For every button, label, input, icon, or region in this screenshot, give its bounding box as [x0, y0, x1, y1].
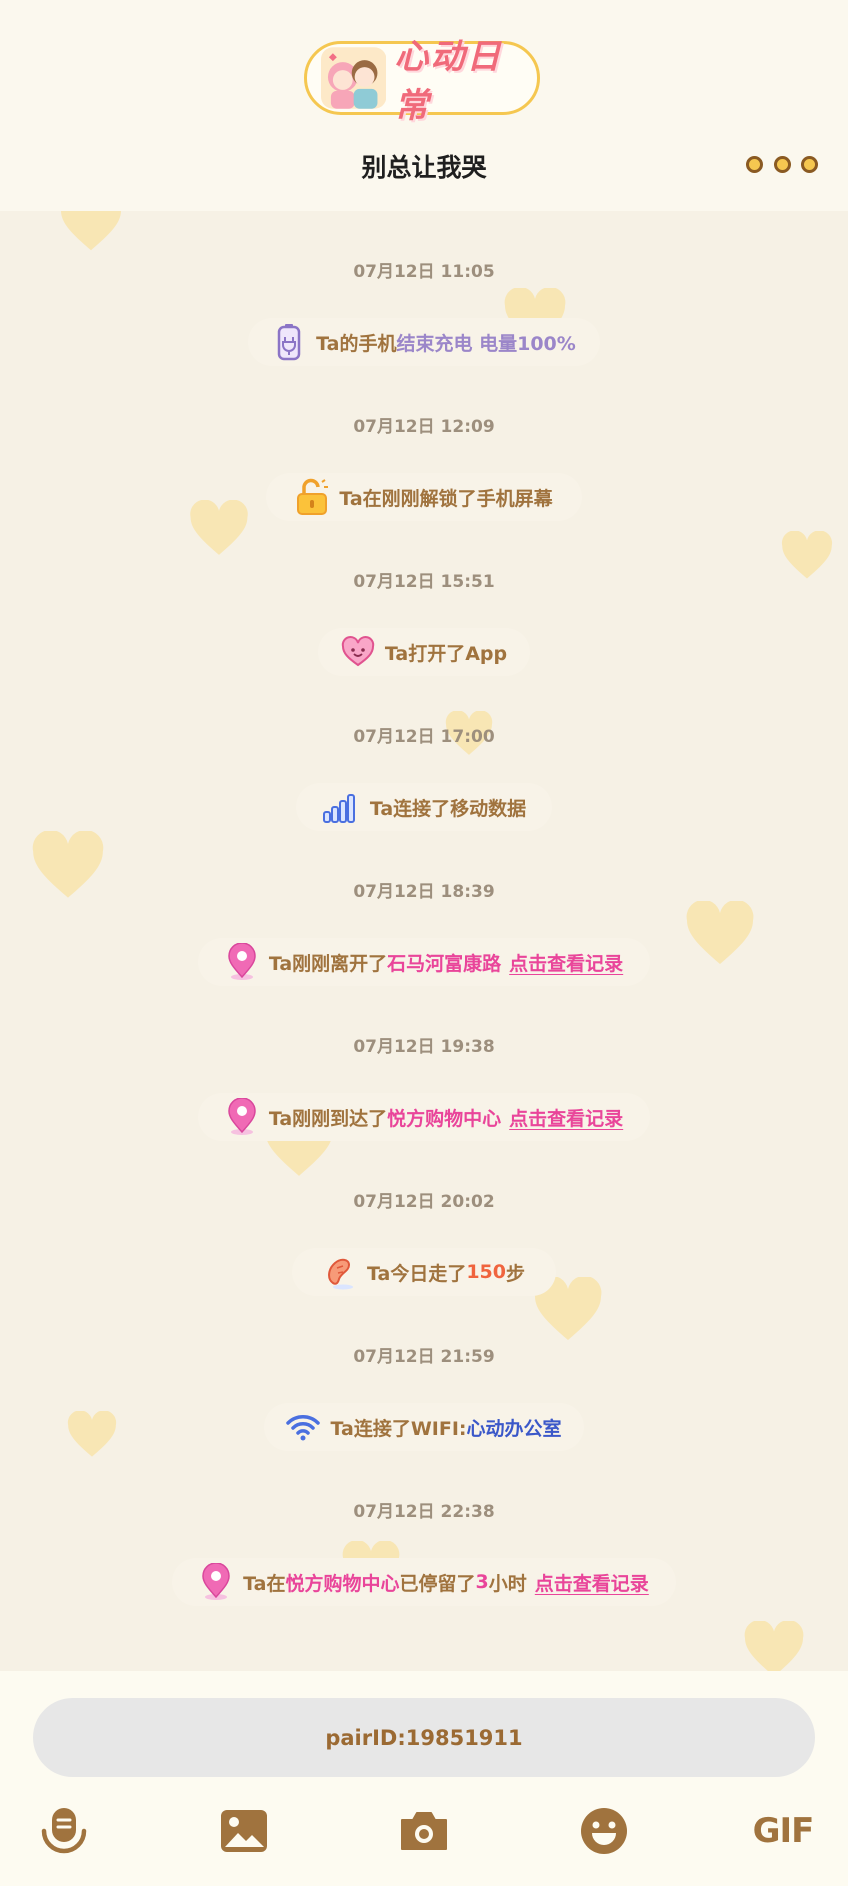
event-bubble-mobile-data: Ta连接了移动数据	[296, 783, 552, 831]
event-bubble-wifi: Ta连接了WIFI: 心动办公室	[264, 1403, 584, 1451]
heart-decoration-icon	[190, 500, 248, 555]
timestamp: 07月12日 19:38	[353, 1037, 495, 1057]
event-bubble-charging: Ta的手机 结束充电 电量100%	[248, 318, 600, 366]
timestamp: 07月12日 11:05	[353, 262, 495, 282]
heart-decoration-icon	[67, 1411, 117, 1457]
timestamp: 07月12日 12:09	[353, 417, 495, 437]
footprint-icon	[328, 1258, 353, 1290]
heart-decoration-icon	[686, 901, 754, 964]
event-text: Ta的手机	[316, 332, 397, 355]
wifi-icon	[286, 1415, 321, 1441]
signal-bars-icon	[322, 794, 355, 823]
more-dot-icon	[773, 155, 791, 173]
event-text: Ta连接了移动数据	[369, 797, 527, 820]
event-text: 步	[506, 1262, 526, 1285]
event-bubble-steps: Ta今日走了 150 步	[292, 1248, 556, 1296]
emoji-icon[interactable]	[578, 1805, 630, 1857]
page-title: 别总让我哭	[361, 153, 487, 182]
location-name: 石马河富康路	[387, 952, 502, 975]
event-text: Ta连接了WIFI:	[330, 1417, 467, 1440]
event-text: 小时	[488, 1572, 527, 1595]
logo-text: 心动日常	[394, 37, 503, 126]
couple-avatar-icon	[321, 47, 387, 109]
location-pin-icon	[202, 1563, 230, 1600]
event-text: Ta刚刚离开了	[268, 952, 388, 975]
camera-icon[interactable]	[398, 1805, 450, 1857]
step-count: 150	[466, 1261, 506, 1283]
event-bubble-arrived-location: Ta刚刚到达了 悦方购物中心 点击查看记录	[198, 1093, 650, 1141]
bottom-bar: pairID:19851911 GIF	[0, 1671, 848, 1886]
message-input[interactable]: pairID:19851911	[33, 1698, 815, 1777]
event-bubble-stay-location: Ta在 悦方购物中心 已停留了 3 小时 点击查看记录	[172, 1558, 676, 1606]
heart-decoration-icon	[744, 1621, 804, 1671]
event-bubble-left-location: Ta刚刚离开了 石马河富康路 点击查看记录	[198, 938, 650, 986]
app-header: 心动日常 别总让我哭	[0, 0, 848, 211]
timestamp: 07月12日 20:02	[353, 1192, 495, 1212]
heart-decoration-icon	[61, 211, 121, 251]
view-record-link[interactable]: 点击查看记录	[535, 1569, 649, 1596]
event-highlight-text: 结束充电 电量100%	[396, 332, 576, 355]
wifi-name: 心动办公室	[466, 1417, 562, 1440]
timestamp: 07月12日 22:38	[353, 1502, 495, 1522]
event-bubble-unlock: Ta在刚刚解锁了手机屏幕	[266, 473, 582, 521]
event-text: Ta在	[243, 1572, 286, 1595]
event-text: Ta今日走了	[366, 1262, 467, 1285]
location-name: 悦方购物中心	[285, 1572, 400, 1595]
location-name: 悦方购物中心	[387, 1107, 502, 1130]
event-text: 已停留了	[399, 1572, 476, 1595]
more-dot-icon	[801, 155, 818, 173]
event-bubble-app: Ta打开了App	[318, 628, 530, 676]
image-icon[interactable]	[218, 1805, 270, 1857]
voice-icon[interactable]	[38, 1805, 90, 1857]
battery-plug-icon	[277, 324, 301, 361]
event-text: Ta在刚刚解锁了手机屏幕	[339, 487, 553, 510]
unlock-icon	[297, 478, 329, 515]
view-record-link[interactable]: 点击查看记录	[509, 949, 623, 976]
more-dot-icon	[746, 155, 763, 173]
heart-face-icon	[341, 636, 375, 667]
location-pin-icon	[228, 1098, 256, 1135]
timestamp: 07月12日 17:00	[353, 727, 495, 747]
activity-feed[interactable]: 07月12日 11:05 Ta的手机 结束充电 电量100% 07月12日 12:…	[0, 211, 848, 1671]
timestamp: 07月12日 18:39	[353, 882, 495, 902]
gif-icon[interactable]: GIF	[752, 1805, 815, 1857]
more-menu-button[interactable]	[746, 154, 818, 174]
location-pin-icon	[228, 943, 256, 980]
duration-value: 3	[475, 1571, 489, 1593]
timestamp: 07月12日 15:51	[353, 572, 495, 592]
event-text: Ta刚刚到达了	[268, 1107, 388, 1130]
app-logo: 心动日常	[304, 37, 540, 126]
event-text: Ta打开了App	[384, 642, 508, 665]
view-record-link[interactable]: 点击查看记录	[509, 1104, 623, 1131]
timestamp: 07月12日 21:59	[353, 1347, 495, 1367]
